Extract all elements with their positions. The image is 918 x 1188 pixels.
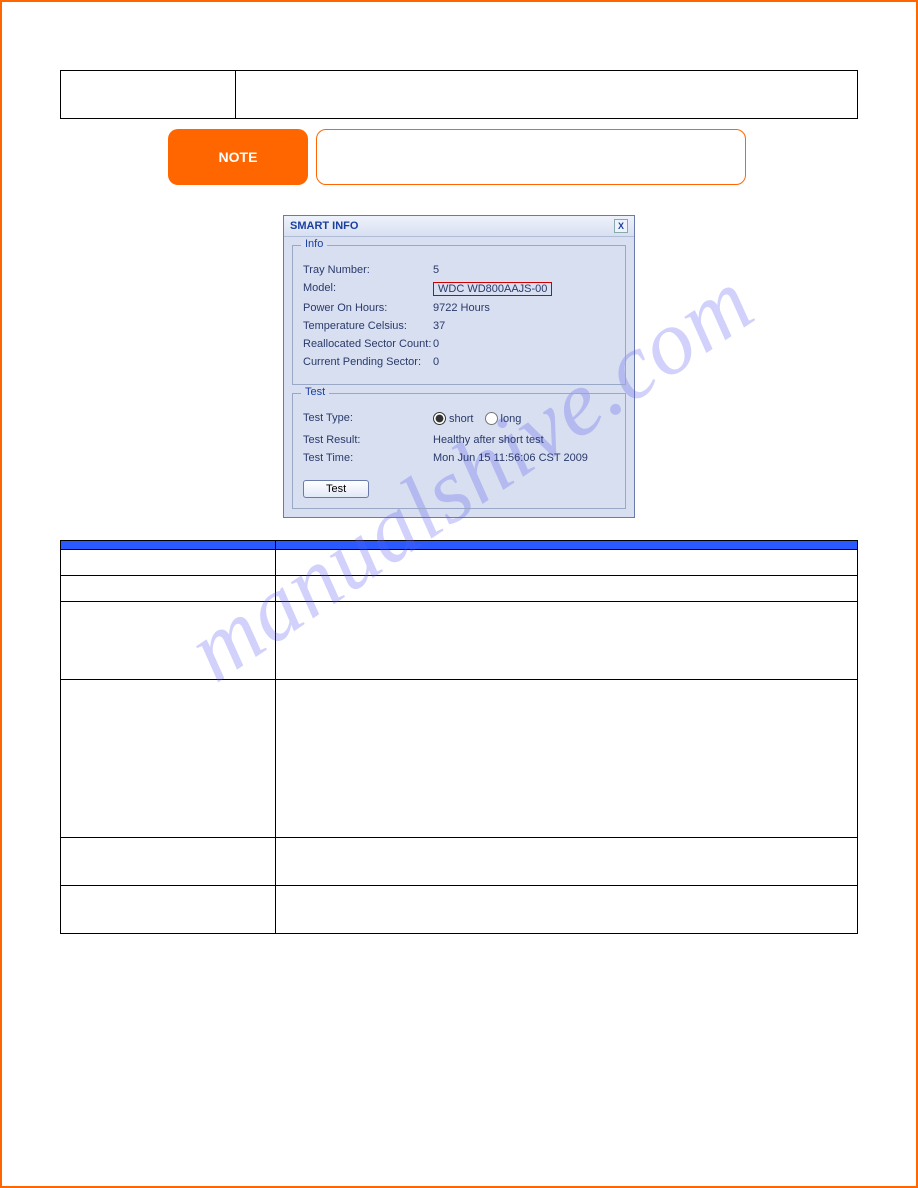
test-time-value: Mon Jun 15 11:56:06 CST 2009	[433, 452, 615, 464]
test-group: Test Test Type: short long	[292, 393, 626, 509]
smart-info-fields-table	[60, 540, 858, 934]
table-row	[61, 602, 858, 680]
test-time-row: Test Time: Mon Jun 15 11:56:06 CST 2009	[303, 452, 615, 464]
table-cell	[61, 680, 276, 838]
radio-long-label: long	[501, 413, 522, 425]
test-type-short-option[interactable]: short	[433, 412, 473, 425]
model-row: Model: WDC WD800AAJS-00	[303, 282, 615, 296]
tray-number-row: Tray Number: 5	[303, 264, 615, 276]
table-row	[61, 550, 858, 576]
table-row	[61, 71, 858, 119]
test-button[interactable]: Test	[303, 480, 369, 498]
tray-number-value: 5	[433, 264, 615, 276]
smart-info-dialog: SMART INFO X Info Tray Number: 5 Model: …	[283, 215, 635, 518]
test-type-long-option[interactable]: long	[485, 412, 522, 425]
reallocated-label: Reallocated Sector Count:	[303, 338, 433, 350]
dialog-titlebar: SMART INFO X	[284, 216, 634, 237]
temperature-row: Temperature Celsius: 37	[303, 320, 615, 332]
test-result-row: Test Result: Healthy after short test	[303, 434, 615, 446]
test-type-row: Test Type: short long	[303, 412, 615, 428]
note-callout: NOTE	[168, 129, 858, 185]
table-header-row	[61, 541, 858, 550]
power-on-value: 9722 Hours	[433, 302, 615, 314]
radio-long[interactable]	[485, 412, 498, 425]
test-legend: Test	[301, 386, 329, 398]
temperature-value: 37	[433, 320, 615, 332]
radio-short-label: short	[449, 413, 473, 425]
table-header-cell	[276, 541, 858, 550]
dialog-title-text: SMART INFO	[290, 220, 358, 232]
power-on-label: Power On Hours:	[303, 302, 433, 314]
model-label: Model:	[303, 282, 433, 296]
test-result-label: Test Result:	[303, 434, 433, 446]
reallocated-row: Reallocated Sector Count: 0	[303, 338, 615, 350]
table-cell	[276, 550, 858, 576]
table-cell	[276, 838, 858, 886]
tray-number-label: Tray Number:	[303, 264, 433, 276]
table-cell	[61, 886, 276, 934]
table-cell	[276, 680, 858, 838]
table-header-cell	[61, 541, 276, 550]
table-row	[61, 838, 858, 886]
table-cell	[236, 71, 858, 119]
table-cell	[61, 838, 276, 886]
note-badge: NOTE	[168, 129, 308, 185]
compatibility-table	[60, 70, 858, 119]
table-row	[61, 576, 858, 602]
info-legend: Info	[301, 238, 327, 250]
test-type-label: Test Type:	[303, 412, 433, 428]
radio-short[interactable]	[433, 412, 446, 425]
table-row	[61, 886, 858, 934]
pending-row: Current Pending Sector: 0	[303, 356, 615, 368]
model-value-highlight: WDC WD800AAJS-00	[433, 282, 552, 296]
temperature-label: Temperature Celsius:	[303, 320, 433, 332]
close-icon[interactable]: X	[614, 219, 628, 233]
test-result-value: Healthy after short test	[433, 434, 615, 446]
smart-info-dialog-screenshot: SMART INFO X Info Tray Number: 5 Model: …	[283, 215, 635, 518]
table-cell	[61, 602, 276, 680]
table-cell	[276, 602, 858, 680]
table-cell	[61, 71, 236, 119]
reallocated-value: 0	[433, 338, 615, 350]
note-body	[316, 129, 746, 185]
table-cell	[61, 576, 276, 602]
table-cell	[276, 886, 858, 934]
info-group: Info Tray Number: 5 Model: WDC WD800AAJS…	[292, 245, 626, 385]
test-time-label: Test Time:	[303, 452, 433, 464]
pending-label: Current Pending Sector:	[303, 356, 433, 368]
pending-value: 0	[433, 356, 615, 368]
power-on-row: Power On Hours: 9722 Hours	[303, 302, 615, 314]
manual-page: manualshive.com NOTE SMART INFO X Info T…	[0, 0, 918, 1188]
table-cell	[276, 576, 858, 602]
table-cell	[61, 550, 276, 576]
table-row	[61, 680, 858, 838]
